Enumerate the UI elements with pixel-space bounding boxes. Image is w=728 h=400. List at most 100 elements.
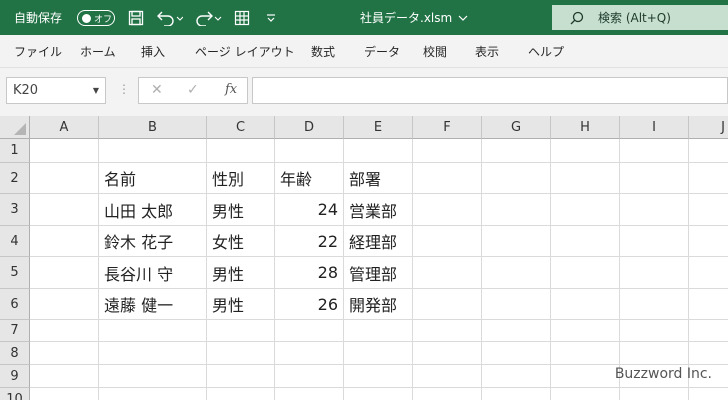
cell-a6[interactable] (30, 289, 99, 320)
cell-d9[interactable] (275, 365, 344, 388)
cell-a2[interactable] (30, 163, 99, 194)
redo-icon[interactable] (193, 8, 223, 28)
cell-h5[interactable] (551, 257, 620, 289)
row-header-6[interactable]: 6 (0, 289, 30, 320)
cell-g1[interactable] (482, 139, 551, 163)
cell-f1[interactable] (413, 139, 482, 163)
cell-a1[interactable] (30, 139, 99, 163)
cell-i5[interactable] (620, 257, 689, 289)
cell-b8[interactable] (99, 342, 207, 365)
cell-b10[interactable] (99, 388, 207, 400)
cell-j6[interactable] (689, 289, 728, 320)
cell-f8[interactable] (413, 342, 482, 365)
cell-i4[interactable] (620, 226, 689, 257)
cell-g8[interactable] (482, 342, 551, 365)
cell-f6[interactable] (413, 289, 482, 320)
cell-h8[interactable] (551, 342, 620, 365)
cell-h2[interactable] (551, 163, 620, 194)
chevron-down-icon[interactable] (458, 14, 468, 22)
cell-g10[interactable] (482, 388, 551, 400)
cell-e2[interactable]: 部署 (344, 163, 413, 194)
column-header-g[interactable]: G (482, 116, 551, 139)
cell-j2[interactable] (689, 163, 728, 194)
autosave-toggle[interactable]: オフ (77, 10, 115, 26)
cell-h3[interactable] (551, 194, 620, 226)
cell-j10[interactable] (689, 388, 728, 400)
cell-b1[interactable] (99, 139, 207, 163)
cell-f7[interactable] (413, 320, 482, 342)
cell-f5[interactable] (413, 257, 482, 289)
cell-b4[interactable]: 鈴木 花子 (99, 226, 207, 257)
cell-h10[interactable] (551, 388, 620, 400)
cell-j7[interactable] (689, 320, 728, 342)
cell-i6[interactable] (620, 289, 689, 320)
cell-h1[interactable] (551, 139, 620, 163)
tab-help[interactable]: ヘルプ (528, 35, 564, 68)
cell-e7[interactable] (344, 320, 413, 342)
cell-j5[interactable] (689, 257, 728, 289)
cell-a4[interactable] (30, 226, 99, 257)
cell-i7[interactable] (620, 320, 689, 342)
cell-i8[interactable] (620, 342, 689, 365)
cell-f10[interactable] (413, 388, 482, 400)
cell-f3[interactable] (413, 194, 482, 226)
tab-home[interactable]: ホーム (80, 35, 116, 68)
cell-g9[interactable] (482, 365, 551, 388)
column-header-d[interactable]: D (275, 116, 344, 139)
name-box[interactable]: K20 ▼ (6, 77, 106, 104)
row-header-7[interactable]: 7 (0, 320, 30, 342)
cell-c7[interactable] (207, 320, 275, 342)
row-header-10[interactable]: 10 (0, 388, 30, 400)
cell-e10[interactable] (344, 388, 413, 400)
row-header-9[interactable]: 9 (0, 365, 30, 388)
cell-d2[interactable]: 年齢 (275, 163, 344, 194)
customize-icon[interactable] (264, 8, 278, 28)
cell-j4[interactable] (689, 226, 728, 257)
cell-b9[interactable] (99, 365, 207, 388)
column-header-e[interactable]: E (344, 116, 413, 139)
column-header-a[interactable]: A (30, 116, 99, 139)
cell-e5[interactable]: 管理部 (344, 257, 413, 289)
cell-a5[interactable] (30, 257, 99, 289)
cell-b2[interactable]: 名前 (99, 163, 207, 194)
column-header-f[interactable]: F (413, 116, 482, 139)
cell-e8[interactable] (344, 342, 413, 365)
tab-view[interactable]: 表示 (475, 35, 499, 68)
cell-h4[interactable] (551, 226, 620, 257)
cell-a9[interactable] (30, 365, 99, 388)
row-header-4[interactable]: 4 (0, 226, 30, 257)
cell-d6[interactable]: 26 (275, 289, 344, 320)
select-all-button[interactable] (0, 116, 30, 139)
tab-formulas[interactable]: 数式 (311, 35, 335, 68)
more-vertical-icon[interactable]: ⋮ (118, 82, 130, 96)
undo-icon[interactable] (154, 8, 184, 28)
cell-b7[interactable] (99, 320, 207, 342)
save-icon[interactable] (126, 8, 146, 28)
chevron-down-icon[interactable]: ▼ (93, 86, 99, 95)
cell-d4[interactable]: 22 (275, 226, 344, 257)
cell-j3[interactable] (689, 194, 728, 226)
cell-a10[interactable] (30, 388, 99, 400)
cell-c9[interactable] (207, 365, 275, 388)
row-header-8[interactable]: 8 (0, 342, 30, 365)
tab-page-layout[interactable]: ページ レイアウト (195, 35, 295, 68)
cell-g5[interactable] (482, 257, 551, 289)
cell-g3[interactable] (482, 194, 551, 226)
cell-d1[interactable] (275, 139, 344, 163)
cell-e6[interactable]: 開発部 (344, 289, 413, 320)
cell-a8[interactable] (30, 342, 99, 365)
cell-a7[interactable] (30, 320, 99, 342)
column-header-b[interactable]: B (99, 116, 207, 139)
cell-i3[interactable] (620, 194, 689, 226)
cell-e9[interactable] (344, 365, 413, 388)
cell-i2[interactable] (620, 163, 689, 194)
formula-input[interactable] (252, 77, 728, 104)
cell-i1[interactable] (620, 139, 689, 163)
tab-file[interactable]: ファイル (14, 35, 62, 68)
cell-c4[interactable]: 女性 (207, 226, 275, 257)
cell-j8[interactable] (689, 342, 728, 365)
cell-h9[interactable] (551, 365, 620, 388)
cell-a3[interactable] (30, 194, 99, 226)
row-header-3[interactable]: 3 (0, 194, 30, 226)
cell-g6[interactable] (482, 289, 551, 320)
